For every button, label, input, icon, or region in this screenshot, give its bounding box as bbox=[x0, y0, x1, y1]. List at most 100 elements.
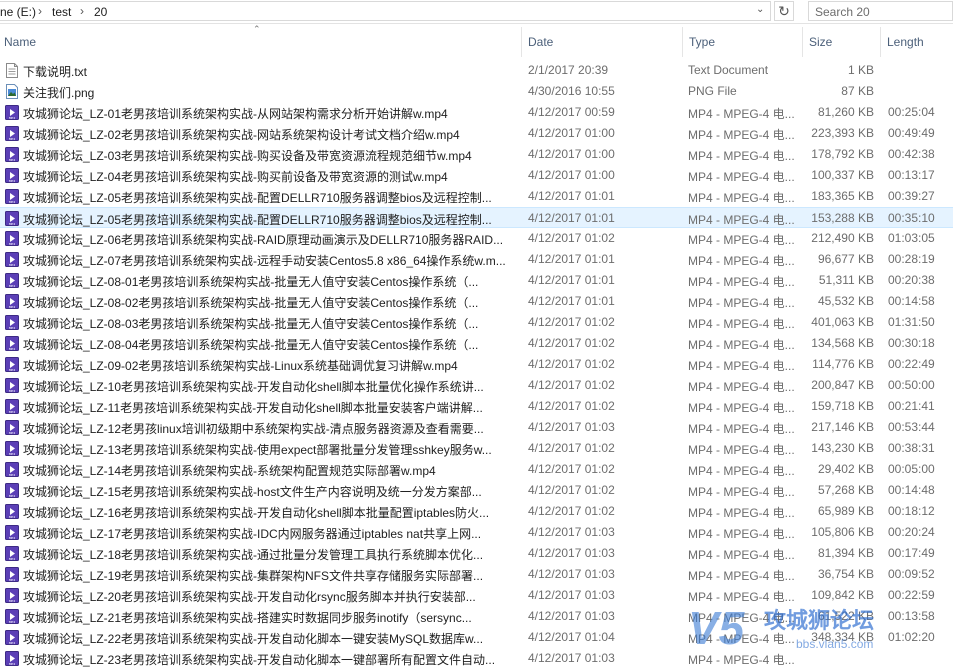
column-header-name[interactable]: Name bbox=[4, 35, 36, 55]
file-date: 4/12/2017 01:03 bbox=[528, 546, 615, 560]
video-file-icon: MP4 bbox=[5, 273, 19, 288]
file-type: MP4 - MPEG-4 电... bbox=[688, 506, 795, 520]
file-row[interactable]: MP4 攻城狮论坛_LZ-07老男孩培训系统架构实战-远程手动安装Centos5.… bbox=[0, 249, 953, 270]
column-divider[interactable] bbox=[880, 27, 881, 57]
svg-text:MP4: MP4 bbox=[9, 389, 15, 393]
file-row[interactable]: MP4 攻城狮论坛_LZ-02老男孩培训系统架构实战-网站系统架构设计考试文档介绍… bbox=[0, 123, 953, 144]
file-name: 攻城狮论坛_LZ-14老男孩培训系统架构实战-系统架构配置规范实际部署w.mp4 bbox=[23, 464, 436, 478]
file-row[interactable]: MP4 攻城狮论坛_LZ-17老男孩培训系统架构实战-IDC内网服务器通过ipta… bbox=[0, 522, 953, 543]
video-file-icon: MP4 bbox=[5, 211, 19, 226]
file-row[interactable]: MP4 攻城狮论坛_LZ-08-03老男孩培训系统架构实战-批量无人值守安装Cen… bbox=[0, 312, 953, 333]
file-date: 4/12/2017 01:03 bbox=[528, 525, 615, 539]
file-size: 29,402 KB bbox=[817, 462, 874, 476]
refresh-button[interactable]: ↻ bbox=[774, 1, 794, 21]
file-date: 4/12/2017 01:02 bbox=[528, 504, 615, 518]
breadcrumb-separator-icon[interactable]: › bbox=[80, 4, 84, 18]
svg-text:MP4: MP4 bbox=[9, 347, 15, 351]
video-file-icon: MP4 bbox=[5, 588, 19, 603]
file-row[interactable]: MP4 攻城狮论坛_LZ-10老男孩培训系统架构实战-开发自动化shell脚本批量… bbox=[0, 375, 953, 396]
file-row[interactable]: MP4 攻城狮论坛_LZ-08-04老男孩培训系统架构实战-批量无人值守安装Cen… bbox=[0, 333, 953, 354]
svg-text:MP4: MP4 bbox=[9, 179, 15, 183]
file-size: 217,146 KB bbox=[811, 420, 874, 434]
column-divider[interactable] bbox=[802, 27, 803, 57]
file-row[interactable]: MP4 攻城狮论坛_LZ-15老男孩培训系统架构实战-host文件生产内容说明及统… bbox=[0, 480, 953, 501]
file-size: 96,677 KB bbox=[817, 252, 874, 266]
column-divider[interactable] bbox=[682, 27, 683, 57]
file-length: 00:17:49 bbox=[888, 546, 935, 560]
file-row[interactable]: MP4 攻城狮论坛_LZ-05老男孩培训系统架构实战-配置DELLR710服务器调… bbox=[0, 186, 953, 207]
file-row[interactable]: 下载说明.txt 2/1/2017 20:39 Text Document 1 KB bbox=[0, 60, 953, 81]
file-date: 4/12/2017 01:04 bbox=[528, 630, 615, 644]
svg-text:MP4: MP4 bbox=[9, 158, 15, 162]
file-row[interactable]: MP4 攻城狮论坛_LZ-06老男孩培训系统架构实战-RAID原理动画演示及DEL… bbox=[0, 228, 953, 249]
video-file-icon: MP4 bbox=[5, 609, 19, 624]
file-name: 关注我们.png bbox=[23, 86, 95, 100]
file-row[interactable]: MP4 攻城狮论坛_LZ-05老男孩培训系统架构实战-配置DELLR710服务器调… bbox=[0, 207, 953, 228]
column-divider[interactable] bbox=[521, 27, 522, 57]
file-type: MP4 - MPEG-4 电... bbox=[688, 380, 795, 394]
file-name: 攻城狮论坛_LZ-07老男孩培训系统架构实战-远程手动安装Centos5.8 x… bbox=[23, 254, 506, 268]
breadcrumb-separator-icon[interactable]: › bbox=[38, 4, 42, 18]
file-row[interactable]: MP4 攻城狮论坛_LZ-09-02老男孩培训系统架构实战-Linux系统基础调优… bbox=[0, 354, 953, 375]
file-date: 2/1/2017 20:39 bbox=[528, 63, 609, 77]
file-row[interactable]: MP4 攻城狮论坛_LZ-14老男孩培训系统架构实战-系统架构配置规范实际部署w.… bbox=[0, 459, 953, 480]
file-size: 153,288 KB bbox=[811, 211, 874, 225]
file-row[interactable]: MP4 攻城狮论坛_LZ-11老男孩培训系统架构实战-开发自动化shell脚本批量… bbox=[0, 396, 953, 417]
breadcrumb-20[interactable]: 20 bbox=[94, 5, 107, 19]
file-row[interactable]: 关注我们.png 4/30/2016 10:55 PNG File 87 KB bbox=[0, 81, 953, 102]
file-row[interactable]: MP4 攻城狮论坛_LZ-12老男孩linux培训初级期中系统架构实战-清点服务器… bbox=[0, 417, 953, 438]
svg-text:MP4: MP4 bbox=[9, 222, 15, 226]
file-row[interactable]: MP4 攻城狮论坛_LZ-16老男孩培训系统架构实战-开发自动化shell脚本批量… bbox=[0, 501, 953, 522]
file-row[interactable]: MP4 攻城狮论坛_LZ-04老男孩培训系统架构实战-购买前设备及带宽资源的测试w… bbox=[0, 165, 953, 186]
file-row[interactable]: MP4 攻城狮论坛_LZ-08-01老男孩培训系统架构实战-批量无人值守安装Cen… bbox=[0, 270, 953, 291]
column-header-size[interactable]: Size bbox=[809, 35, 832, 55]
file-date: 4/12/2017 00:59 bbox=[528, 105, 615, 119]
svg-text:MP4: MP4 bbox=[9, 368, 15, 372]
video-file-icon: MP4 bbox=[5, 441, 19, 456]
file-length: 00:28:19 bbox=[888, 252, 935, 266]
video-file-icon: MP4 bbox=[5, 630, 19, 645]
file-type: MP4 - MPEG-4 电... bbox=[688, 485, 795, 499]
file-row[interactable]: MP4 攻城狮论坛_LZ-08-02老男孩培训系统架构实战-批量无人值守安装Cen… bbox=[0, 291, 953, 312]
file-size: 87 KB bbox=[841, 84, 874, 98]
breadcrumb-test[interactable]: test bbox=[52, 5, 71, 19]
file-name: 攻城狮论坛_LZ-16老男孩培训系统架构实战-开发自动化shell脚本批量配置i… bbox=[23, 506, 490, 520]
file-date: 4/12/2017 01:01 bbox=[528, 273, 615, 287]
sort-ascending-icon: ⌃ bbox=[253, 24, 261, 34]
search-input[interactable]: Search 20 bbox=[808, 1, 953, 21]
file-length: 00:14:48 bbox=[888, 483, 935, 497]
file-name: 下载说明.txt bbox=[23, 65, 88, 79]
video-file-icon: MP4 bbox=[5, 126, 19, 141]
column-header-date[interactable]: Date bbox=[528, 35, 553, 55]
file-row[interactable]: MP4 攻城狮论坛_LZ-03老男孩培训系统架构实战-购买设备及带宽资源流程规范细… bbox=[0, 144, 953, 165]
file-row[interactable]: MP4 攻城狮论坛_LZ-19老男孩培训系统架构实战-集群架构NFS文件共享存储服… bbox=[0, 564, 953, 585]
file-row[interactable]: MP4 攻城狮论坛_LZ-01老男孩培训系统架构实战-从网站架构需求分析开始讲解w… bbox=[0, 102, 953, 123]
file-date: 4/12/2017 01:02 bbox=[528, 399, 615, 413]
file-length: 00:21:41 bbox=[888, 399, 935, 413]
breadcrumb-drive[interactable]: ne (E:) bbox=[0, 5, 36, 19]
file-name: 攻城狮论坛_LZ-17老男孩培训系统架构实战-IDC内网服务器通过iptable… bbox=[23, 527, 482, 541]
file-row[interactable]: MP4 攻城狮论坛_LZ-18老男孩培训系统架构实战-通过批量分发管理工具执行系统… bbox=[0, 543, 953, 564]
file-type: MP4 - MPEG-4 电... bbox=[688, 422, 795, 436]
file-length: 00:53:44 bbox=[888, 420, 935, 434]
address-dropdown-icon[interactable]: ⌄ bbox=[756, 4, 764, 15]
file-name: 攻城狮论坛_LZ-01老男孩培训系统架构实战-从网站架构需求分析开始讲解w.mp… bbox=[23, 107, 448, 121]
column-header-type[interactable]: Type bbox=[689, 35, 715, 55]
svg-text:MP4: MP4 bbox=[9, 200, 15, 204]
file-type: MP4 - MPEG-4 电... bbox=[688, 464, 795, 478]
file-length: 00:25:04 bbox=[888, 105, 935, 119]
file-date: 4/12/2017 01:02 bbox=[528, 441, 615, 455]
video-file-icon: MP4 bbox=[5, 525, 19, 540]
file-name: 攻城狮论坛_LZ-05老男孩培训系统架构实战-配置DELLR710服务器调整bi… bbox=[23, 191, 492, 205]
svg-text:MP4: MP4 bbox=[9, 326, 15, 330]
column-header-length[interactable]: Length bbox=[887, 35, 924, 55]
file-length: 01:03:05 bbox=[888, 231, 935, 245]
watermark-title: 攻城狮论坛 bbox=[764, 608, 874, 634]
file-size: 178,792 KB bbox=[811, 147, 874, 161]
file-date: 4/12/2017 01:00 bbox=[528, 168, 615, 182]
video-file-icon: MP4 bbox=[5, 378, 19, 393]
address-field[interactable]: ne (E:) › test › 20 ⌄ bbox=[0, 1, 771, 21]
file-type: MP4 - MPEG-4 电... bbox=[688, 548, 795, 562]
file-type: MP4 - MPEG-4 电... bbox=[688, 275, 795, 289]
file-row[interactable]: MP4 攻城狮论坛_LZ-13老男孩培训系统架构实战-使用expect部署批量分发… bbox=[0, 438, 953, 459]
